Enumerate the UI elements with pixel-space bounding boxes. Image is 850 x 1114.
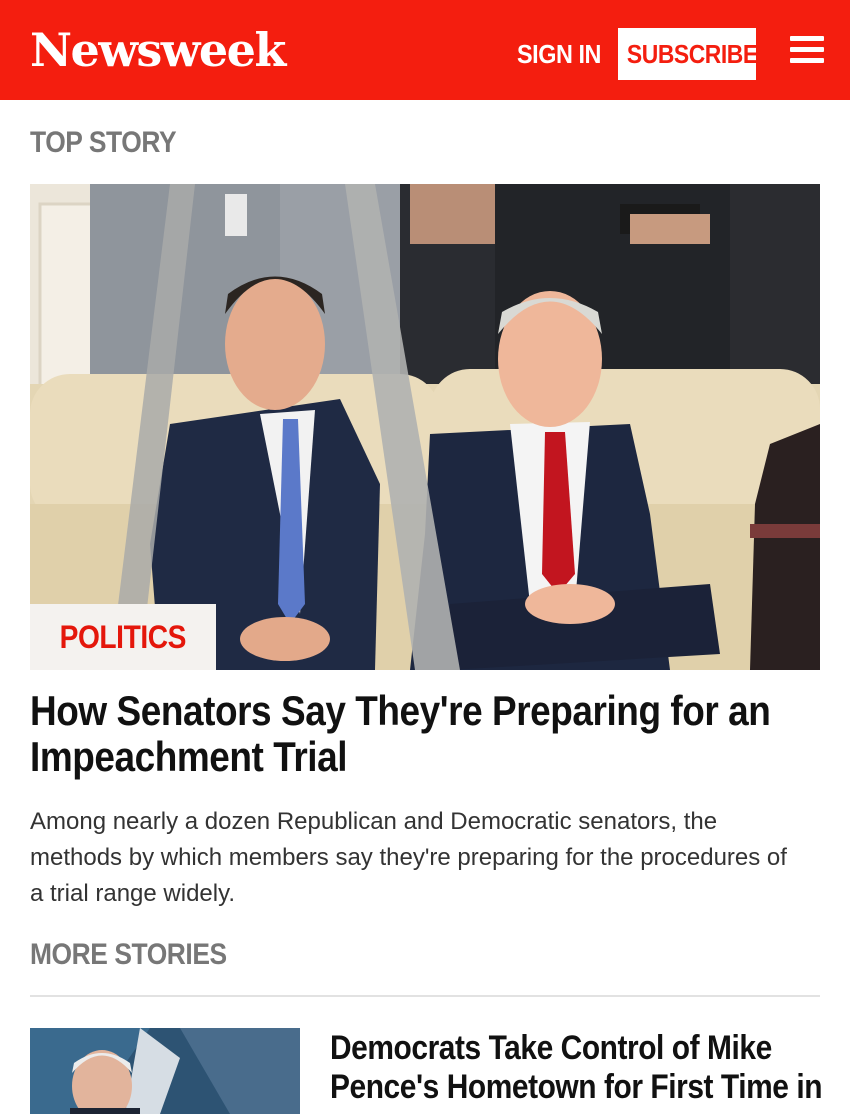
newsweek-logo[interactable]: Newsweek	[30, 22, 286, 78]
story-thumbnail[interactable]	[30, 1028, 300, 1114]
category-label: POLITICS	[59, 619, 187, 655]
subscribe-label: SUBSCRIBE	[626, 39, 758, 69]
hamburger-menu-icon[interactable]	[790, 36, 824, 64]
politics-category-tag[interactable]: POLITICS	[30, 604, 216, 670]
pence-photo	[30, 1028, 300, 1114]
senators-photo	[30, 184, 820, 670]
story-title[interactable]: Democrats Take Control of Mike Pence's H…	[330, 1029, 823, 1107]
top-story-image[interactable]	[30, 184, 820, 670]
section-divider	[30, 995, 820, 997]
top-story-headline[interactable]: How Senators Say They're Preparing for a…	[30, 688, 804, 780]
site-header: Newsweek SIGN IN SUBSCRIBE	[0, 0, 850, 100]
subscribe-button[interactable]: SUBSCRIBE	[618, 28, 758, 80]
top-story-label: TOP STORY	[30, 126, 177, 159]
sign-in-link[interactable]: SIGN IN	[517, 36, 601, 72]
more-stories-label: MORE STORIES	[30, 938, 227, 971]
top-story-summary: Among nearly a dozen Republican and Demo…	[30, 808, 787, 907]
